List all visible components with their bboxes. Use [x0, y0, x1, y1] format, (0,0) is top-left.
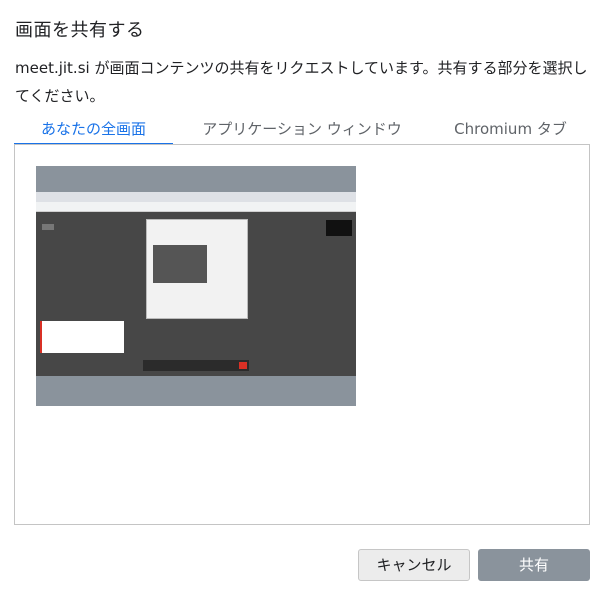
dialog-description: meet.jit.si が画面コンテンツの共有をリクエストしています。共有する部… — [15, 59, 588, 105]
preview-share-dialog — [146, 219, 248, 319]
tab-entire-screen[interactable]: あなたの全画面 — [14, 116, 173, 145]
screen-thumbnail[interactable] — [36, 166, 356, 406]
source-list-panel — [14, 144, 590, 525]
preview-share-dialog-thumbnail — [153, 245, 207, 283]
tab-application-window[interactable]: アプリケーション ウィンドウ — [173, 116, 431, 145]
preview-notification — [40, 321, 124, 353]
cancel-button[interactable]: キャンセル — [358, 549, 470, 581]
preview-browser-tabstrip — [36, 192, 356, 202]
share-button[interactable]: 共有 — [478, 549, 590, 581]
preview-video-tile — [326, 220, 352, 236]
share-screen-dialog: 画面を共有する meet.jit.si が画面コンテンツの共有をリクエストしてい… — [0, 0, 604, 590]
source-tabs: あなたの全画面 アプリケーション ウィンドウ Chromium タブ — [14, 116, 590, 145]
screen-preview-image — [36, 192, 356, 376]
preview-logo — [42, 224, 54, 230]
preview-browser-toolbar — [36, 202, 356, 212]
preview-meeting-toolbar — [143, 360, 249, 371]
dialog-title: 画面を共有する — [15, 20, 145, 41]
preview-hangup-icon — [239, 362, 247, 369]
tab-chromium-tab[interactable]: Chromium タブ — [431, 116, 590, 145]
